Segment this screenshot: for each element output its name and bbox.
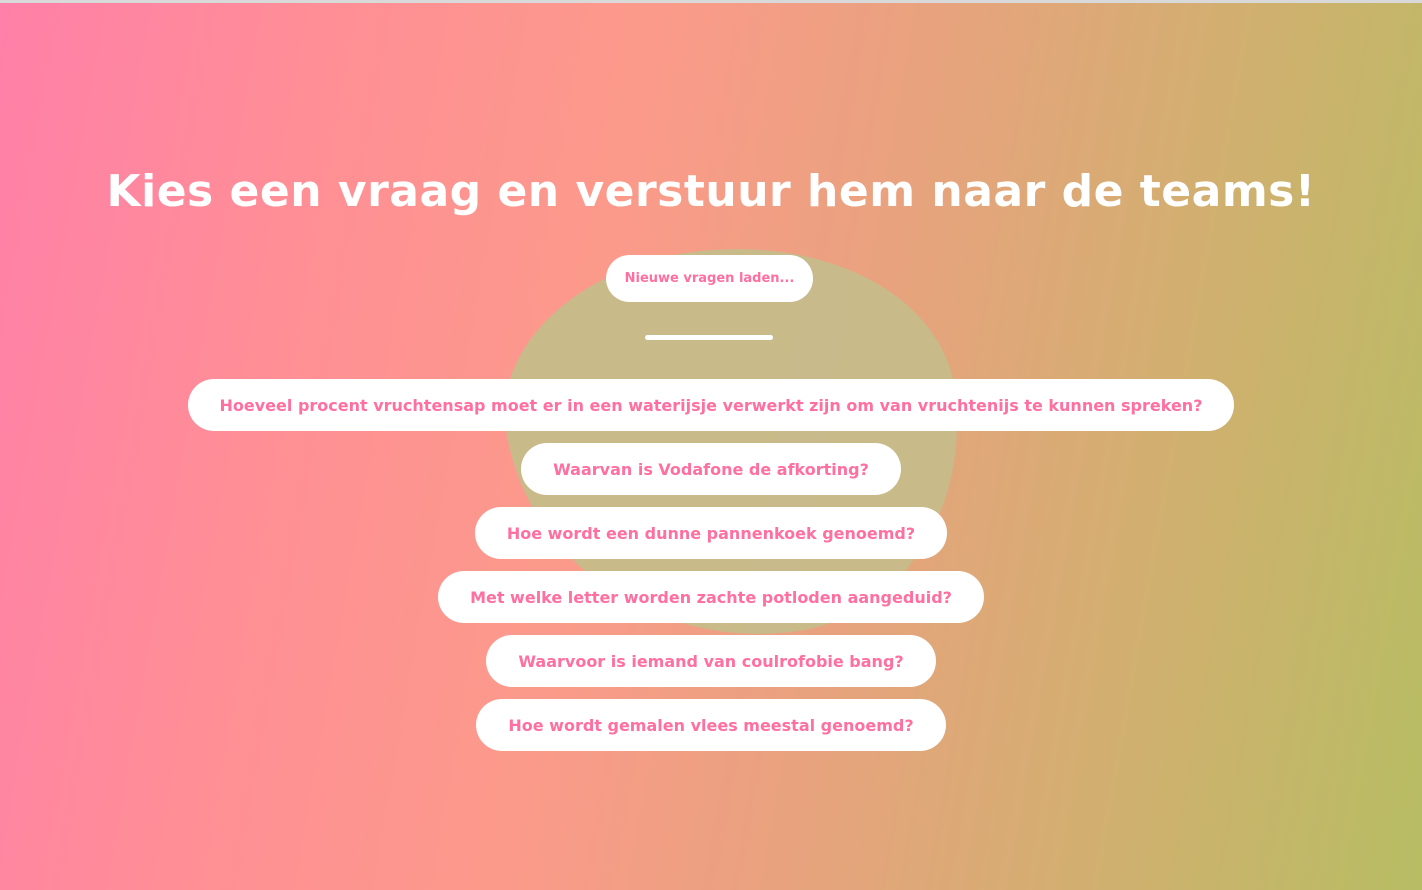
- question-button[interactable]: Hoe wordt gemalen vlees meestal genoemd?: [476, 699, 946, 751]
- question-button[interactable]: Waarvoor is iemand van coulrofobie bang?: [486, 635, 936, 687]
- divider: [645, 335, 773, 340]
- question-list: Hoeveel procent vruchtensap moet er in e…: [0, 379, 1422, 751]
- question-button[interactable]: Hoe wordt een dunne pannenkoek genoemd?: [474, 507, 948, 559]
- page-title: Kies een vraag en verstuur hem naar de t…: [106, 166, 1316, 217]
- question-button[interactable]: Waarvan is Vodafone de afkorting?: [521, 443, 901, 495]
- load-new-questions-button[interactable]: Nieuwe vragen laden...: [606, 255, 813, 302]
- question-button[interactable]: Met welke letter worden zachte potloden …: [438, 571, 984, 623]
- top-border: [0, 0, 1422, 3]
- question-button[interactable]: Hoeveel procent vruchtensap moet er in e…: [187, 379, 1235, 431]
